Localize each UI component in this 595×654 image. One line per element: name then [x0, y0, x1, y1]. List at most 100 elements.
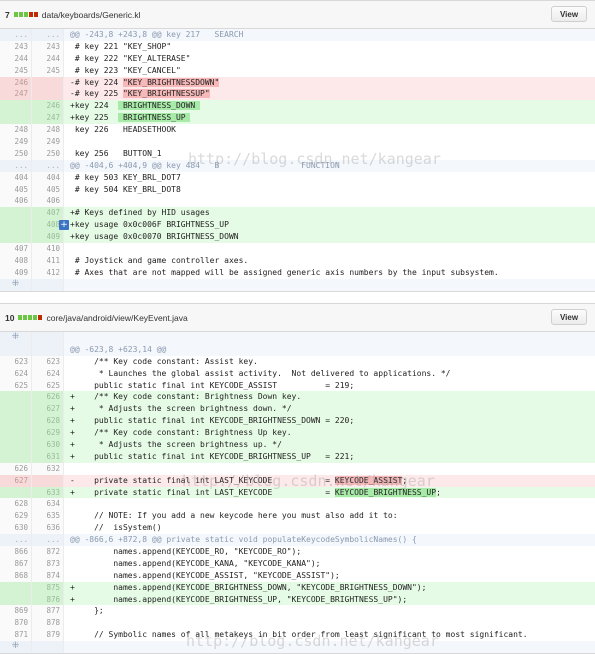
- code-prefix: - private static final int LAST_KEYCODE …: [70, 475, 335, 485]
- hunk-header-row[interactable]: @@ -623,8 +623,14 @@: [0, 343, 595, 356]
- old-line-number: 870: [0, 617, 32, 630]
- code-text: # key 222 "KEY_ALTERASE": [70, 53, 191, 63]
- code-text: + names.append(KEYCODE_BRIGHTNESS_UP, "K…: [64, 593, 595, 606]
- added-line: 633 + private static final int LAST_KEYCO…: [0, 486, 595, 499]
- old-line-number: 250: [0, 147, 32, 160]
- changed-word-highlight: BRIGHTNESS_UP: [118, 113, 191, 123]
- new-line-number: [32, 278, 64, 291]
- context-line: 624 624 * Launches the global assist acti…: [0, 367, 595, 380]
- changed-word-highlight: "KEY_BRIGHTNESSDOWN": [122, 77, 220, 87]
- expand-row[interactable]: ⁜: [0, 641, 595, 654]
- code-prefix: -# key 224: [70, 77, 123, 87]
- view-file-button[interactable]: View: [551, 309, 587, 325]
- code-prefix: +key 225: [70, 113, 119, 123]
- old-line-number: 869: [0, 605, 32, 618]
- removed-line: 247 -# key 225 "KEY_BRIGHTNESSUP": [0, 88, 595, 101]
- old-line-number: ...: [0, 159, 32, 172]
- new-line-number: 627: [32, 403, 64, 416]
- changed-word-highlight: "KEY_BRIGHTNESSUP": [122, 89, 210, 99]
- added-line: 247 +key 225 BRIGHTNESS_UP: [0, 112, 595, 125]
- new-line-number: ...: [32, 159, 64, 172]
- expand-row[interactable]: ⁜: [0, 332, 595, 344]
- code-text: + private static final int LAST_KEYCODE …: [64, 486, 595, 499]
- new-line-number: 412: [32, 266, 64, 279]
- expand-icon[interactable]: ⁜: [0, 278, 32, 291]
- new-line-number: 243: [32, 40, 64, 53]
- hunk-header-row[interactable]: ...... @@ -866,6 +872,8 @@ private static…: [0, 534, 595, 547]
- code-text: [64, 278, 595, 291]
- new-line-number: 632: [32, 462, 64, 475]
- add-comment-button[interactable]: +: [59, 220, 69, 231]
- old-line-number: [0, 486, 32, 499]
- expand-icon[interactable]: ⁜: [0, 641, 32, 654]
- code-prefix: -# key 225: [70, 89, 123, 99]
- new-line-number: 633: [32, 486, 64, 499]
- code-text: -# key 225 "KEY_BRIGHTNESSUP": [64, 88, 595, 101]
- context-line: 409 412 # Axes that are not mapped will b…: [0, 266, 595, 279]
- file-path[interactable]: core/java/android/view/KeyEvent.java: [46, 313, 187, 323]
- added-line: 630 + * Adjusts the screen brightness up.…: [0, 439, 595, 451]
- new-line-number: 249: [32, 136, 64, 148]
- context-line: 866 872 names.append(KEYCODE_RO, "KEYCODE…: [0, 546, 595, 558]
- changed-word-highlight: KEYCODE_ASSIST: [334, 475, 403, 485]
- hunk-header-row[interactable]: ...... @@ -243,8 +243,8 @@ key 217 SEARCH: [0, 29, 595, 41]
- context-line: 626 632: [0, 462, 595, 475]
- new-line-number: [32, 474, 64, 487]
- old-line-number: [0, 403, 32, 416]
- code-text: # key 504 KEY_BRL_DOT8: [70, 184, 181, 194]
- diffstat-bars: [13, 12, 38, 17]
- expand-row[interactable]: ⁜: [0, 278, 595, 291]
- change-count: 7: [5, 9, 10, 20]
- expand-icon[interactable]: ⁜: [0, 332, 32, 344]
- code-text: + * Adjusts the screen brightness down. …: [64, 403, 595, 416]
- new-line-number: 411: [32, 254, 64, 267]
- context-line: 867 873 names.append(KEYCODE_KANA, "KEYCO…: [0, 557, 595, 570]
- context-line: 871 879 // Symbolic names of all metakeys…: [0, 629, 595, 642]
- code-text: - private static final int LAST_KEYCODE …: [64, 474, 595, 487]
- hunk-header-row[interactable]: ...... @@ -404,6 +404,9 @@ key 484 B FUNC…: [0, 159, 595, 172]
- new-line-number: 875: [32, 581, 64, 594]
- old-line-number: 867: [0, 557, 32, 570]
- file-path[interactable]: data/keyboards/Generic.kl: [42, 10, 141, 20]
- new-line-number: 404: [32, 171, 64, 184]
- added-line: 876 + names.append(KEYCODE_BRIGHTNESS_UP,…: [0, 593, 595, 606]
- code-text: -# key 224 "KEY_BRIGHTNESSDOWN": [64, 76, 595, 89]
- old-line-number: ...: [0, 29, 32, 41]
- old-line-number: 871: [0, 629, 32, 642]
- diffstat-block: [23, 315, 28, 320]
- new-line-number: 877: [32, 605, 64, 618]
- context-line: 628 634: [0, 498, 595, 511]
- added-line: 407 +# Keys defined by HID usages: [0, 207, 595, 220]
- new-line-number: 248: [32, 124, 64, 137]
- code-text: + names.append(KEYCODE_BRIGHTNESS_DOWN, …: [64, 581, 595, 594]
- context-line: 245 245 # key 223 "KEY_CANCEL": [0, 64, 595, 77]
- removed-line: 246 -# key 224 "KEY_BRIGHTNESSDOWN": [0, 76, 595, 89]
- old-line-number: [0, 581, 32, 594]
- code-text: # key 503 KEY_BRL_DOT7: [70, 172, 181, 182]
- code-text: names.append(KEYCODE_RO, "KEYCODE_RO");: [70, 547, 302, 557]
- context-line: 405 405 # key 504 KEY_BRL_DOT8: [0, 183, 595, 196]
- changed-word-highlight: KEYCODE_BRIGHTNESS_UP: [334, 487, 437, 497]
- code-suffix: ;: [436, 487, 441, 497]
- code-prefix: + private static final int LAST_KEYCODE …: [70, 487, 335, 497]
- code-text: +key 224 BRIGHTNESS_DOWN: [64, 100, 595, 113]
- code-text: +# Keys defined by HID usages: [64, 207, 595, 220]
- new-line-number: 878: [32, 617, 64, 630]
- new-line-number: [32, 332, 64, 344]
- context-line: 407 410: [0, 243, 595, 255]
- old-line-number: 409: [0, 266, 32, 279]
- context-line: 249 249: [0, 136, 595, 148]
- view-file-button[interactable]: View: [551, 6, 587, 22]
- code-text: names.append(KEYCODE_KANA, "KEYCODE_KANA…: [70, 558, 321, 568]
- code-text: +key 225 BRIGHTNESS_UP: [64, 112, 595, 125]
- code-text: public static final int KEYCODE_ASSIST =…: [70, 380, 355, 390]
- diffstat-block: [13, 12, 18, 17]
- code-text: + public static final int KEYCODE_BRIGHT…: [64, 415, 595, 428]
- old-line-number: [0, 219, 32, 232]
- old-line-number: [0, 207, 32, 220]
- code-text: [64, 641, 595, 654]
- old-line-number: 623: [0, 355, 32, 368]
